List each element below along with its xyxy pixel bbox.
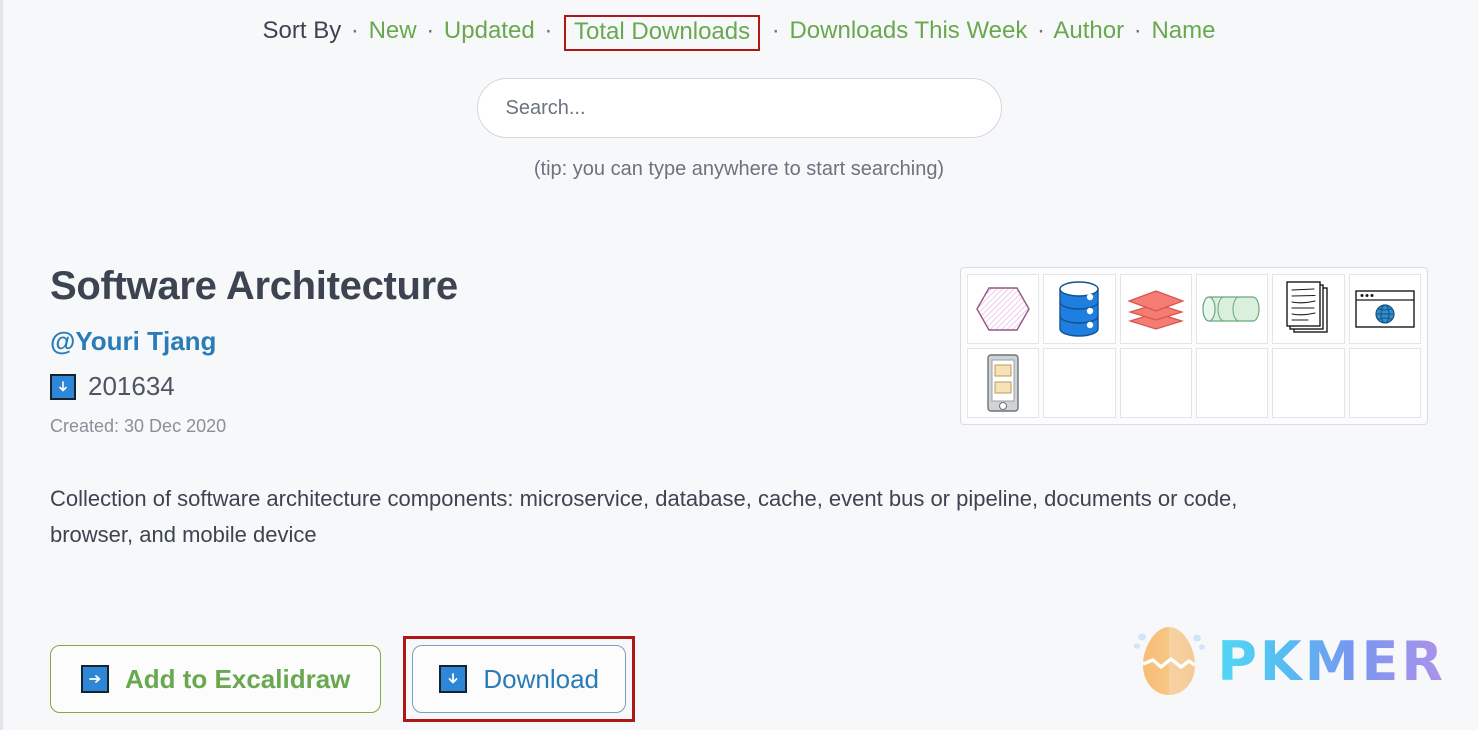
pkmer-watermark: PKMER: [1131, 617, 1446, 706]
sort-option-name[interactable]: Name: [1151, 17, 1215, 44]
download-button[interactable]: Download: [412, 645, 627, 713]
search-section: (tip: you can type anywhere to start sea…: [0, 78, 1478, 181]
item-description: Collection of software architecture comp…: [50, 486, 1238, 547]
download-button-label: Download: [483, 663, 600, 694]
library-item-header: Software Architecture @Youri Tjang 20163…: [50, 262, 1428, 437]
cracked-egg-logo: [1131, 617, 1207, 706]
author-link[interactable]: @Youri Tjang: [50, 326, 216, 357]
browser-window-thumb[interactable]: [1348, 274, 1421, 344]
sort-separator: ·: [350, 17, 359, 44]
sort-option-downloads-this-week[interactable]: Downloads This Week: [789, 17, 1027, 44]
add-to-excalidraw-button[interactable]: Add to Excalidraw: [50, 645, 382, 713]
empty-slot: [1119, 348, 1192, 418]
add-to-excalidraw-label: Add to Excalidraw: [125, 663, 351, 694]
download-arrow-icon: [439, 665, 468, 693]
search-tip: (tip: you can type anywhere to start sea…: [533, 158, 945, 180]
hexagon-microservice-thumb[interactable]: [967, 274, 1040, 344]
page-title: Software Architecture: [50, 264, 458, 308]
cache-layers-thumb[interactable]: [1119, 274, 1192, 344]
sort-separator: ·: [544, 17, 553, 44]
sort-by-label: Sort By: [262, 17, 342, 44]
sort-option-total-downloads[interactable]: Total Downloads: [564, 15, 761, 51]
pkmer-watermark-text: PKMER: [1217, 630, 1446, 693]
sort-separator: ·: [1133, 17, 1142, 44]
download-count: 201634: [88, 371, 175, 401]
download-annotation-box: Download: [403, 636, 636, 722]
documents-stack-thumb[interactable]: [1272, 274, 1345, 344]
download-arrow-icon: [50, 373, 76, 400]
sort-option-new[interactable]: New: [369, 17, 417, 44]
search-input[interactable]: [476, 78, 1002, 138]
sort-option-author[interactable]: Author: [1053, 17, 1124, 44]
sort-option-updated[interactable]: Updated: [444, 17, 535, 44]
empty-slot: [1196, 348, 1269, 418]
downloads-stat: 201634: [50, 371, 458, 402]
library-item-info: Software Architecture @Youri Tjang 20163…: [50, 262, 458, 437]
arrow-right-icon: [81, 665, 109, 693]
sort-separator: ·: [1037, 17, 1046, 44]
sort-bar: Sort By · New · Updated · Total Download…: [0, 14, 1478, 51]
empty-slot: [1043, 348, 1116, 418]
sort-separator: ·: [426, 17, 435, 44]
database-cylinder-thumb[interactable]: [1043, 274, 1116, 344]
action-buttons: Add to Excalidraw Download: [50, 636, 636, 722]
sort-separator: ·: [771, 17, 780, 44]
empty-slot: [1272, 348, 1345, 418]
library-item: Software Architecture @Youri Tjang 20163…: [0, 262, 1478, 553]
pipeline-tube-thumb[interactable]: [1196, 274, 1269, 344]
mobile-device-thumb[interactable]: [967, 348, 1040, 418]
empty-slot: [1348, 348, 1421, 418]
thumbnail-grid: [960, 267, 1428, 425]
created-date: Created: 30 Dec 2020: [50, 416, 227, 436]
